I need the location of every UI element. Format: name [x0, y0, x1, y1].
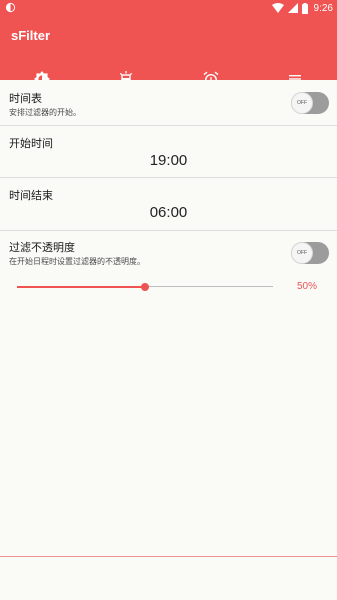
schedule-title: 时间表: [9, 92, 42, 105]
signal-icon: [287, 3, 298, 13]
start-time-title: 开始时间: [9, 137, 53, 150]
status-bar: 9:26: [0, 0, 337, 16]
start-time-row[interactable]: 开始时间 19:00: [0, 126, 337, 178]
opacity-slider[interactable]: [17, 282, 273, 292]
end-time-row[interactable]: 时间结束 06:00: [0, 178, 337, 231]
opacity-subtitle: 在开始日程时设置过滤器的不透明度。: [9, 257, 145, 266]
brightness-status-icon: [5, 2, 16, 13]
schedule-switch-label: OFF: [291, 92, 313, 114]
end-time-value: 06:00: [149, 204, 188, 221]
slider-thumb[interactable]: [141, 283, 149, 291]
opacity-title: 过滤不透明度: [9, 241, 75, 254]
bottom-divider: [0, 556, 337, 557]
slider-fill: [17, 285, 145, 288]
battery-icon: [301, 2, 308, 14]
end-time-title: 时间结束: [9, 189, 53, 202]
opacity-value: 50%: [296, 281, 317, 292]
app-bar: sFilter: [0, 16, 337, 96]
opacity-switch-label: OFF: [291, 242, 313, 264]
app-title: sFilter: [11, 28, 51, 43]
status-time: 9:26: [313, 2, 333, 14]
schedule-subtitle: 安排过滤器的开始。: [9, 108, 81, 117]
opacity-switch[interactable]: OFF: [291, 242, 329, 264]
wifi-icon: [271, 3, 284, 13]
start-time-value: 19:00: [149, 152, 188, 169]
schedule-row[interactable]: 时间表 安排过滤器的开始。 OFF: [0, 80, 337, 126]
schedule-switch[interactable]: OFF: [291, 92, 329, 114]
